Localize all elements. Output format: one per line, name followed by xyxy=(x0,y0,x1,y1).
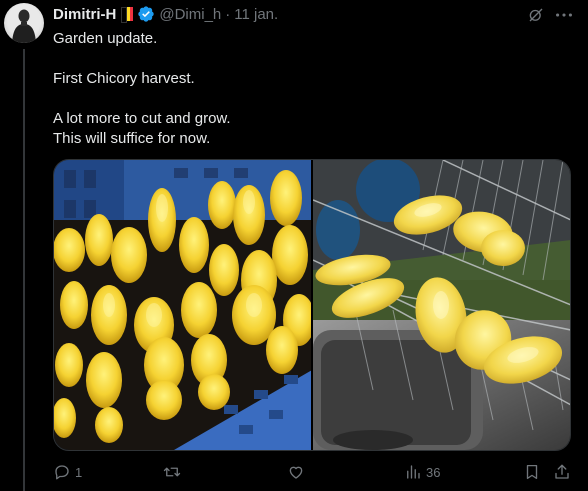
tweet-actions: 1 36 xyxy=(53,462,573,484)
tweet-media xyxy=(53,159,571,451)
more-icon[interactable] xyxy=(553,6,575,24)
author-handle[interactable]: @Dimi_h xyxy=(159,6,221,23)
flag-stripe-red xyxy=(130,7,134,21)
avatar-image xyxy=(12,9,36,43)
verified-badge-icon xyxy=(138,6,155,22)
bookmark-icon xyxy=(526,464,538,480)
tweet-line: This will suffice for now. xyxy=(53,130,211,147)
belgium-flag-icon xyxy=(121,7,134,23)
views-icon xyxy=(407,465,420,479)
chicory-crate-image xyxy=(54,160,311,450)
tweet-date[interactable]: 11 jan. xyxy=(234,6,278,23)
bookmark-button[interactable] xyxy=(523,462,541,482)
tweet-line: Garden update. xyxy=(53,30,158,47)
views-count: 36 xyxy=(426,464,441,480)
retweet-button[interactable] xyxy=(163,462,185,482)
tweet-header: Dimitri-H @Dimi_h · 11 jan. xyxy=(53,4,278,24)
reply-button[interactable]: 1 xyxy=(53,462,82,482)
retweet-icon xyxy=(163,467,181,477)
photo-chicory-crate[interactable] xyxy=(54,160,311,450)
avatar[interactable] xyxy=(4,3,44,43)
tweet-text: Garden update. First Chicory harvest. A … xyxy=(53,29,573,149)
grok-icon[interactable] xyxy=(527,6,545,24)
like-button[interactable] xyxy=(287,462,309,482)
reply-icon xyxy=(55,465,69,480)
reply-count: 1 xyxy=(75,464,83,480)
tweet-line: A lot more to cut and grow. xyxy=(53,110,231,127)
views-button[interactable]: 36 xyxy=(404,462,440,482)
like-icon xyxy=(289,466,303,479)
share-button[interactable] xyxy=(553,462,571,482)
share-icon xyxy=(555,464,569,479)
thread-line xyxy=(23,49,25,491)
tweet-line: First Chicory harvest. xyxy=(53,70,195,87)
separator-dot: · xyxy=(225,5,231,23)
chicory-rack-image xyxy=(313,160,570,450)
author-name[interactable]: Dimitri-H xyxy=(53,6,116,23)
photo-chicory-dish-rack[interactable] xyxy=(313,160,570,450)
